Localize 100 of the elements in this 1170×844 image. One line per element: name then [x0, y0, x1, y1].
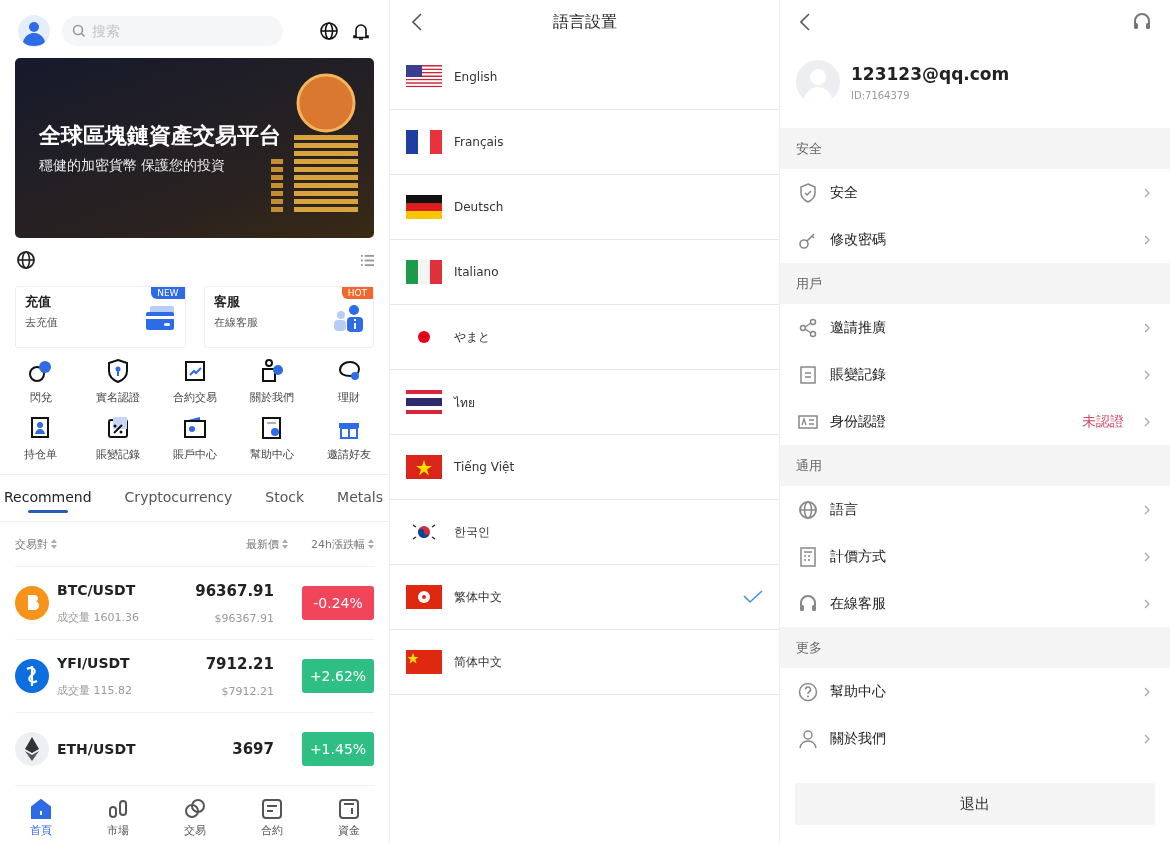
- us-flag-icon: [406, 65, 442, 89]
- language-item[interactable]: Français: [390, 110, 779, 175]
- menu-item[interactable]: 關於我們: [780, 715, 1170, 762]
- menu-label: 邀請推廣: [830, 318, 887, 337]
- globe-icon[interactable]: [319, 21, 339, 41]
- wallet-icon[interactable]: [181, 415, 208, 441]
- circles-icon[interactable]: [27, 358, 54, 384]
- page-title: 語言設置: [552, 12, 617, 33]
- language-name: 简体中文: [454, 653, 503, 671]
- usd-price-text: $96367.91: [214, 611, 274, 625]
- menu-item[interactable]: 安全: [780, 169, 1170, 216]
- section-title: 用戶: [796, 274, 822, 293]
- shortcut-label[interactable]: 賬戶中心: [172, 447, 217, 462]
- section-title: 更多: [796, 638, 822, 657]
- language-item[interactable]: 繁体中文: [390, 565, 779, 630]
- email-text: 123123@qq.com: [851, 63, 1010, 84]
- menu-item[interactable]: 在線客服: [780, 580, 1170, 627]
- market-tab[interactable]: Recommend: [4, 475, 92, 521]
- share-icon: [798, 317, 818, 338]
- column-header[interactable]: 最新價: [198, 536, 288, 552]
- language-name: Français: [454, 135, 505, 149]
- menu-label: 計價方式: [830, 547, 887, 566]
- language-item[interactable]: ไทย: [390, 370, 779, 435]
- nav-label[interactable]: 資金: [337, 823, 360, 838]
- language-item[interactable]: Tiếng Việt: [390, 435, 779, 500]
- bell-icon[interactable]: [351, 21, 371, 41]
- shortcut-label[interactable]: 閃兌: [29, 390, 52, 405]
- banner-subtitle: 穩健的加密貨幣 保護您的投資: [39, 157, 227, 175]
- bars-icon[interactable]: [106, 798, 129, 820]
- menu-item[interactable]: 身份認證 未認證: [780, 398, 1170, 445]
- language-name: Italiano: [454, 265, 500, 279]
- column-header[interactable]: 24h漲跌幅: [302, 536, 374, 552]
- vietnam-flag-icon: [406, 455, 442, 479]
- shortcut-label[interactable]: 理財: [337, 390, 360, 405]
- chevron-right-icon: [1144, 733, 1150, 744]
- shortcut-label[interactable]: 幫助中心: [249, 447, 294, 462]
- menu-item[interactable]: 修改密碼: [780, 216, 1170, 263]
- shortcut-label[interactable]: 邀請好友: [326, 447, 371, 462]
- language-name: やまと: [454, 328, 491, 346]
- promo-card[interactable]: 客服 在線客服 HOT: [203, 286, 374, 348]
- menu-label: 幫助中心: [830, 682, 887, 701]
- card-badge: NEW: [151, 287, 185, 299]
- language-item[interactable]: Italiano: [390, 240, 779, 305]
- language-name: 한국인: [454, 523, 491, 541]
- promo-card[interactable]: 充值 去充值 NEW: [15, 286, 186, 348]
- price-text: 96367.91: [195, 581, 274, 600]
- list-icon[interactable]: [361, 253, 374, 267]
- column-header[interactable]: 交易對: [15, 536, 198, 552]
- shortcut-label[interactable]: 實名認證: [95, 390, 140, 405]
- nav-label[interactable]: 交易: [183, 823, 206, 838]
- question-icon: [798, 681, 818, 702]
- language-item[interactable]: English: [390, 45, 779, 110]
- card-badge: HOT: [341, 287, 373, 299]
- menu-item[interactable]: 計價方式: [780, 533, 1170, 580]
- language-item[interactable]: 한국인: [390, 500, 779, 565]
- language-item[interactable]: 简体中文: [390, 630, 779, 695]
- back-icon[interactable]: [412, 13, 422, 31]
- document-icon[interactable]: [260, 798, 283, 820]
- menu-item[interactable]: 賬變記錄: [780, 351, 1170, 398]
- thailand-flag-icon: [406, 390, 442, 414]
- menu-item[interactable]: 幫助中心: [780, 668, 1170, 715]
- chevron-right-icon: [1144, 322, 1150, 333]
- person-icon: [798, 728, 818, 749]
- menu-label: 修改密碼: [830, 230, 887, 249]
- market-tab[interactable]: Metals: [337, 475, 383, 521]
- language-item[interactable]: やまと: [390, 305, 779, 370]
- change-badge[interactable]: -0.24%: [302, 586, 374, 620]
- chevron-right-icon: [1144, 551, 1150, 562]
- language-name: Deutsch: [454, 200, 505, 214]
- shortcut-label[interactable]: 關於我們: [249, 390, 294, 405]
- shortcut-label[interactable]: 合約交易: [172, 390, 217, 405]
- menu-item[interactable]: 語言: [780, 486, 1170, 533]
- banner[interactable]: 全球區塊鏈資產交易平台 穩健的加密貨幣 保護您的投資: [15, 58, 374, 238]
- shortcut-label[interactable]: 賬變記錄: [95, 447, 140, 462]
- shortcut-label[interactable]: 持仓单: [24, 447, 57, 462]
- menu-label: 語言: [830, 500, 859, 519]
- nav-label[interactable]: 首頁: [29, 823, 52, 838]
- status-text: 未認證: [1082, 412, 1124, 431]
- language-name: Tiếng Việt: [454, 460, 516, 474]
- chevron-right-icon: [1144, 504, 1150, 515]
- circles-icon[interactable]: [183, 798, 206, 820]
- nav-label[interactable]: 市場: [106, 823, 129, 838]
- germany-flag-icon: [406, 195, 442, 219]
- banner-title: 全球區塊鏈資產交易平台: [39, 122, 281, 150]
- home-icon[interactable]: [29, 798, 52, 820]
- language-name: ไทย: [454, 394, 476, 412]
- back-icon[interactable]: [800, 13, 810, 31]
- nav-label[interactable]: 合約: [260, 823, 283, 838]
- avatar-icon[interactable]: [18, 15, 50, 47]
- market-tab[interactable]: Cryptocurrency: [124, 475, 233, 521]
- language-name: 繁体中文: [454, 588, 503, 606]
- wallet-icon[interactable]: [337, 798, 360, 820]
- logout-button[interactable]: 退出: [795, 783, 1155, 825]
- language-item[interactable]: Deutsch: [390, 175, 779, 240]
- italy-flag-icon: [406, 260, 442, 284]
- globe-icon[interactable]: [16, 250, 36, 270]
- chevron-right-icon: [1144, 369, 1150, 380]
- menu-item[interactable]: 邀請推廣: [780, 304, 1170, 351]
- market-tab[interactable]: Stock: [265, 475, 305, 521]
- headset-icon[interactable]: [1132, 12, 1152, 32]
